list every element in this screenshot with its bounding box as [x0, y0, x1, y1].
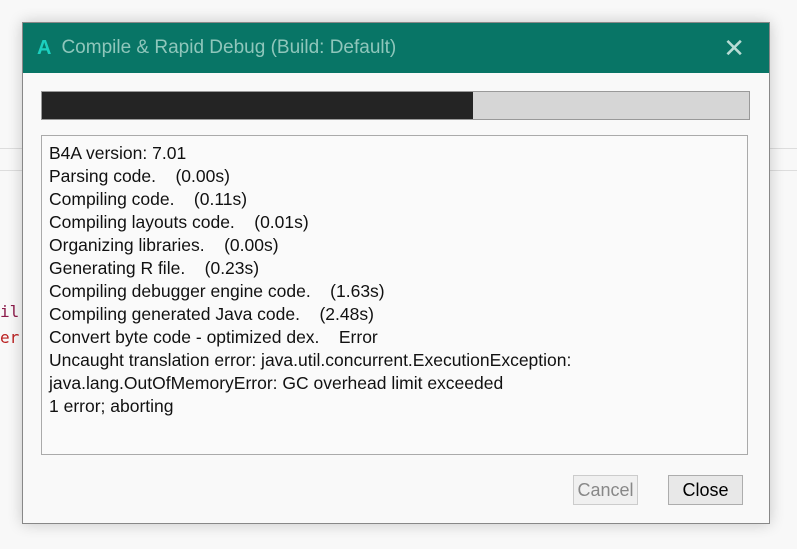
log-line: Compiling layouts code. (0.01s)	[49, 212, 309, 232]
log-line: Generating R file. (0.23s)	[49, 258, 260, 278]
log-line: Compiling debugger engine code. (1.63s)	[49, 281, 385, 301]
log-line: Uncaught translation error: java.util.co…	[49, 350, 572, 370]
log-line: B4A version: 7.01	[49, 143, 187, 163]
log-line: Organizing libraries. (0.00s)	[49, 235, 279, 255]
cancel-button[interactable]: Cancel	[573, 475, 638, 505]
background-code: il	[0, 302, 20, 321]
background-code: er	[0, 328, 20, 347]
log-line: Compiling code. (0.11s)	[49, 189, 248, 209]
progress-bar	[41, 91, 750, 120]
progress-fill	[42, 92, 474, 119]
b4a-logo-icon: A	[37, 36, 52, 59]
log-line: Compiling generated Java code. (2.48s)	[49, 304, 374, 324]
dialog-title: Compile & Rapid Debug (Build: Default)	[61, 37, 397, 58]
close-icon[interactable]: ✕	[723, 33, 745, 64]
compile-dialog: A Compile & Rapid Debug (Build: Default)…	[22, 22, 770, 524]
log-line: java.lang.OutOfMemoryError: GC overhead …	[49, 373, 504, 393]
close-button[interactable]: Close	[668, 475, 743, 505]
compile-log: B4A version: 7.01 Parsing code. (0.00s) Co…	[41, 135, 748, 455]
log-line: Convert byte code - optimized dex. Error	[49, 327, 378, 347]
title-bar: A Compile & Rapid Debug (Build: Default)…	[23, 23, 769, 73]
log-line: 1 error; aborting	[49, 396, 174, 416]
log-line: Parsing code. (0.00s)	[49, 166, 230, 186]
